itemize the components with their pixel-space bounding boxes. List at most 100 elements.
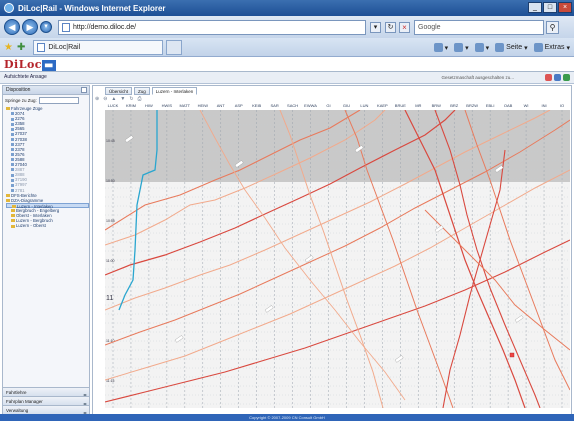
time-distance-diagram[interactable]: 10:4510:5010:5511:001111:1011:15 [105, 110, 570, 408]
tab-luzern-interlaken[interactable]: Luzern - Interlaken [151, 87, 198, 95]
app-header: DiLoc ▬ [0, 57, 574, 72]
page-menu[interactable]: Seite ▾ [495, 43, 528, 52]
sidebar-bottom-fahrtlehre[interactable]: Fahrtlehre ◂▸ [3, 387, 89, 397]
collapse-sidebar-button[interactable] [81, 87, 87, 93]
search-icon[interactable]: ⚲ [546, 20, 559, 34]
train-icon [11, 173, 14, 177]
address-url: http://demo.diloc.de/ [73, 23, 137, 31]
folder-icon [6, 193, 10, 197]
station-label: BRZ [450, 103, 459, 108]
print-button[interactable]: ▾ [474, 43, 489, 52]
train-icon [11, 127, 14, 131]
station-label: LUN [360, 103, 369, 108]
sidebar-bottom-verwaltung[interactable]: Verwaltung ◂▸ [3, 405, 89, 415]
down-icon[interactable]: ▼ [120, 96, 125, 102]
station-label: ASP [234, 103, 243, 108]
main-panel: Übersicht Zug Luzern - Interlaken ⊕ ⊖ ▲ … [92, 85, 572, 415]
maximize-button[interactable]: □ [543, 2, 557, 13]
search-placeholder: Google [418, 23, 441, 31]
station-label: HEIW [197, 103, 209, 108]
app-logo: DiLoc ▬ [4, 58, 56, 71]
station-label: MATT [179, 103, 191, 108]
station-label: WI [523, 103, 529, 108]
zoom-in-icon[interactable]: ⊕ [95, 96, 99, 102]
train-icon [11, 122, 14, 126]
favorites-star-icon[interactable]: ★ [4, 42, 13, 53]
past-time-shade [105, 110, 570, 182]
station-label: HIW [145, 103, 153, 108]
tab-train[interactable]: Zug [134, 87, 150, 95]
footer-copyright: Copyright © 2007-2009 CN Consult GmbH [0, 414, 574, 421]
tab-title: DiLoc|Rail [48, 43, 81, 51]
station-label: BRW [431, 103, 441, 108]
diagram-node[interactable]: Luzern - Oberst [6, 223, 89, 228]
feeds-button[interactable]: ▾ [454, 43, 469, 52]
station-label: BRUE [394, 103, 406, 108]
train-icon [11, 143, 14, 147]
zoom-out-icon[interactable]: ⊖ [103, 96, 107, 102]
station-label: ANT [216, 103, 225, 108]
train-tree: Fahrzeuge Züge 2074 2276 2358 2565 27037 2703… [3, 106, 89, 228]
diagram-list: Luzern - Interlaken Bergbruch - Engelberg… [6, 202, 89, 228]
gear-icon [533, 43, 543, 52]
window-titlebar: DiLoc|Rail - Windows Internet Explorer _… [0, 0, 574, 16]
sidebar-bottom-label: Fahrtlehre [6, 390, 27, 395]
home-button[interactable]: ▾ [433, 43, 448, 52]
sidebar-header: Disposition [3, 86, 89, 95]
time-tick-label: 10:55 [106, 219, 115, 223]
extras-menu[interactable]: Extras ▾ [533, 43, 570, 52]
station-label: OAB [503, 103, 513, 108]
stop-icon[interactable]: × [399, 21, 410, 33]
train-icon [11, 117, 14, 121]
refresh-icon[interactable]: ↻ [385, 21, 396, 33]
minimize-button[interactable]: _ [528, 2, 542, 13]
train-icon [11, 132, 14, 136]
address-dropdown-icon[interactable]: ▾ [370, 21, 381, 33]
search-input[interactable]: Google [414, 19, 544, 35]
sidebar-bottom: Fahrtlehre ◂▸ Fahrplan Manager ◂▸ Verwaltu… [3, 387, 89, 415]
diagram-icon [11, 219, 15, 223]
close-button[interactable]: × [558, 2, 572, 13]
jump-train-input[interactable] [38, 97, 79, 104]
train-icon [11, 112, 14, 116]
refresh-diagram-icon[interactable]: ↻ [129, 96, 133, 102]
print-diagram-icon[interactable]: ⎙ [138, 96, 142, 102]
train-icon [11, 158, 14, 162]
jump-label: Springe zu Zug: [5, 98, 37, 103]
time-tick-label: 11 [106, 295, 113, 302]
add-favorite-icon[interactable]: ✚ [17, 42, 25, 53]
forward-icon[interactable]: ▶ [22, 19, 38, 35]
address-field[interactable]: http://demo.diloc.de/ [58, 19, 366, 35]
folder-icon [6, 199, 10, 203]
station-label: HWIS [161, 103, 173, 108]
new-tab-button[interactable] [166, 39, 183, 55]
browser-tab[interactable]: DiLoc|Rail [33, 39, 164, 55]
diagram-tools: ⊕ ⊖ ▲ ▼ ↻ ⎙ [95, 96, 142, 102]
train-list: 2074 2276 2358 2565 27037 27038 2377 2378 2576 25… [6, 111, 89, 193]
folder-label: DZA-Diagramme [11, 197, 44, 203]
time-tick-label: 10:45 [106, 139, 115, 143]
extras-menu-label: Extras [544, 44, 565, 51]
logout-icon[interactable] [545, 74, 552, 81]
sidebar-bottom-label: Verwaltung [6, 408, 29, 413]
station-label: LUCK [107, 103, 119, 108]
help-icon[interactable] [563, 74, 570, 81]
station-label: EBLI [485, 103, 495, 108]
station-label: GIU [342, 103, 351, 108]
station-label: EWWA [304, 103, 317, 108]
sidebar-title: Disposition [6, 87, 31, 93]
main-tabs: Übersicht Zug Luzern - Interlaken [105, 87, 198, 95]
user-link[interactable]: Aufsichtete Ansage [4, 74, 47, 80]
command-bar: ▾ ▾ ▾ Seite ▾ Extras ▾ [433, 40, 570, 55]
back-icon[interactable]: ◀ [4, 19, 20, 35]
logo-text: DiLoc [4, 58, 42, 71]
settings-icon[interactable] [554, 74, 561, 81]
train-icon [11, 188, 14, 192]
train-icon [11, 163, 14, 167]
up-icon[interactable]: ▲ [111, 96, 116, 102]
train-icon [11, 168, 14, 172]
history-dropdown-icon[interactable]: ▾ [40, 21, 52, 33]
sidebar-bottom-fahrplan[interactable]: Fahrplan Manager ◂▸ [3, 396, 89, 406]
tab-overview[interactable]: Übersicht [105, 87, 133, 95]
time-tick-label: 10:50 [106, 179, 115, 183]
